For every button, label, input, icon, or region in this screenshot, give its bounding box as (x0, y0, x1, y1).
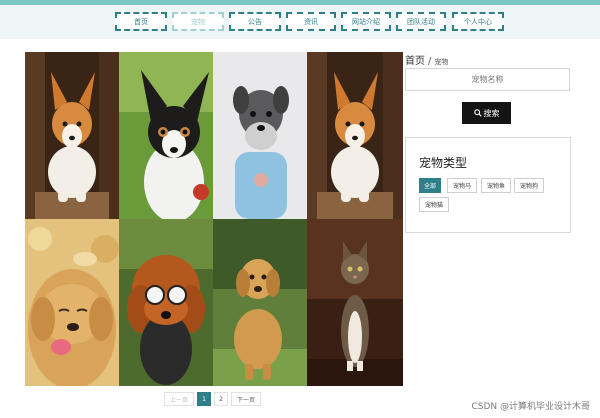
nav-item-label: 网站介绍 (352, 17, 380, 26)
pet-card[interactable] (119, 52, 213, 219)
nav-item-label: 团队活动 (407, 17, 435, 26)
nav-item-home[interactable]: 首页 (115, 12, 167, 31)
pet-card[interactable] (25, 52, 119, 219)
breadcrumb-separator: / (428, 56, 432, 67)
breadcrumb-home[interactable]: 首页 (405, 52, 425, 67)
watermark: CSDN @计算机毕业设计木哥 (471, 402, 590, 412)
pet-type-tag-dog[interactable]: 宠物狗 (514, 178, 544, 193)
pet-card[interactable] (307, 219, 403, 386)
next-page-button[interactable]: 下一页 (231, 392, 261, 406)
prev-page-button[interactable]: 上一页 (164, 392, 194, 406)
pet-name-search-input[interactable] (405, 68, 570, 91)
nav-item-profile[interactable]: 个人中心 (452, 12, 504, 31)
pet-card[interactable] (119, 219, 213, 386)
pagination: 上一页 1 2 下一页 (164, 392, 264, 406)
corgi-photo-icon (307, 52, 403, 219)
nav-item-team[interactable]: 团队活动 (396, 12, 446, 31)
pet-card[interactable] (25, 219, 119, 386)
pet-type-title: 宠物类型 (419, 156, 468, 170)
nav-item-label: 宠物 (191, 17, 205, 26)
schnauzer-photo-icon (213, 52, 307, 219)
pet-card[interactable] (307, 52, 403, 219)
poodle-photo-icon (119, 219, 213, 386)
golden-retriever-photo-icon (25, 219, 119, 386)
page-1-button[interactable]: 1 (197, 392, 211, 406)
nav-item-label: 个人中心 (464, 17, 492, 26)
search-button-label: 搜索 (483, 108, 500, 118)
corgi-photo-icon (25, 52, 119, 219)
nav-item-label: 公告 (248, 17, 262, 26)
search-icon (473, 109, 482, 117)
pet-card[interactable] (213, 219, 307, 386)
nav-item-notices[interactable]: 公告 (229, 12, 281, 31)
pet-gallery (25, 52, 403, 386)
pet-type-tag-cat[interactable]: 宠物猫 (419, 197, 449, 212)
breadcrumb: 首页 / 宠物 (405, 52, 448, 67)
page-2-button[interactable]: 2 (214, 392, 228, 406)
pet-type-tag-fish[interactable]: 宠物鱼 (481, 178, 511, 193)
nav-item-pets[interactable]: 宠物 (172, 12, 224, 31)
golden-retriever-photo-icon (213, 219, 307, 386)
breadcrumb-current: 宠物 (434, 58, 449, 66)
main-nav: 首页 宠物 公告 资讯 网站介绍 团队活动 个人中心 (0, 5, 600, 39)
cat-photo-icon (307, 219, 403, 386)
search-button[interactable]: 搜索 (462, 102, 511, 124)
chihuahua-photo-icon (119, 52, 213, 219)
pet-type-tag-all[interactable]: 全部 (419, 178, 441, 193)
pet-type-tag-horse[interactable]: 宠物马 (447, 178, 477, 193)
nav-item-news[interactable]: 资讯 (286, 12, 336, 31)
pet-type-panel: 宠物类型 全部 宠物马 宠物鱼 宠物狗 宠物猫 (405, 137, 571, 233)
pet-card[interactable] (213, 52, 307, 219)
nav-item-about[interactable]: 网站介绍 (341, 12, 391, 31)
nav-item-label: 资讯 (304, 17, 318, 26)
nav-item-label: 首页 (134, 17, 148, 26)
